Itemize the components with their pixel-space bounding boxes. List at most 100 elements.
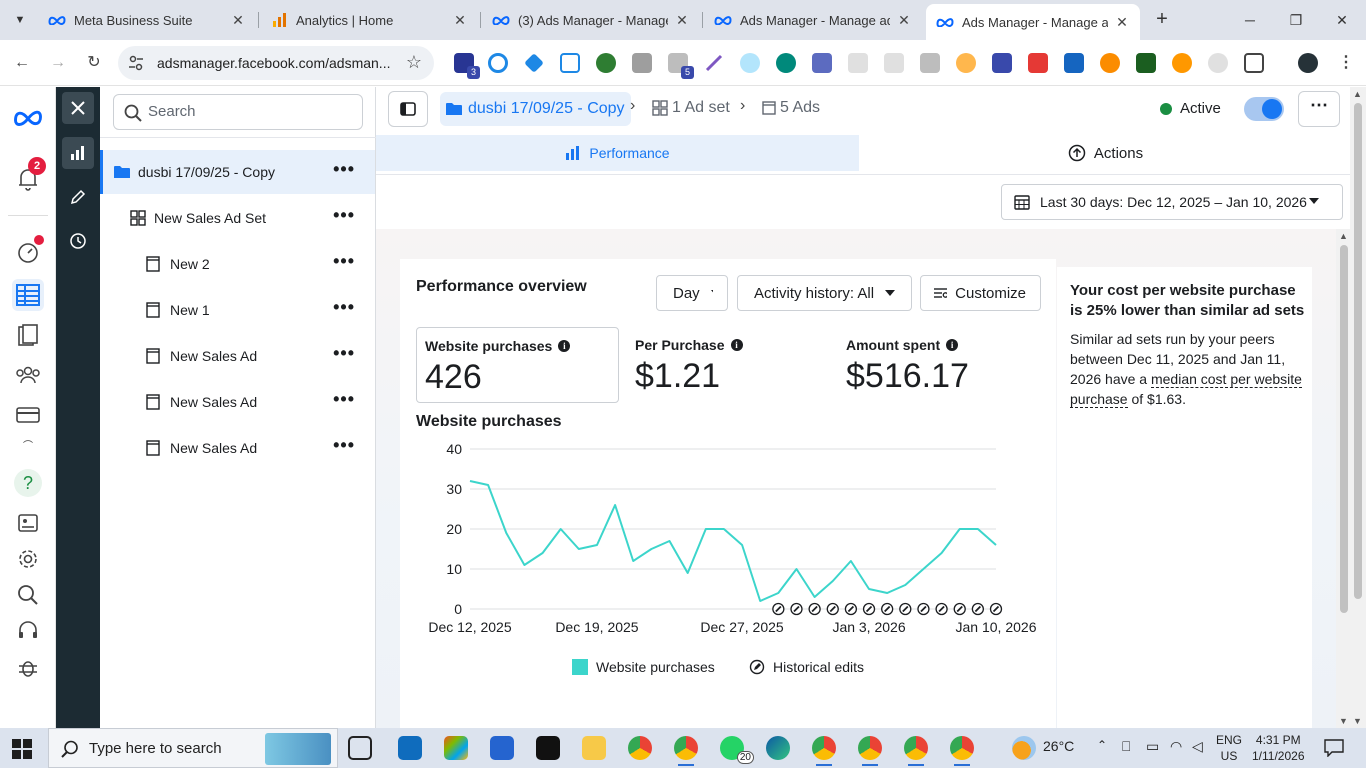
campaign-active-toggle[interactable] bbox=[1244, 97, 1284, 121]
breadcrumb-campaign[interactable]: dusbi 17/09/25 - Copy bbox=[440, 92, 631, 126]
customize-button[interactable]: Customize bbox=[920, 275, 1041, 311]
store-icon[interactable] bbox=[490, 736, 514, 760]
tree-item-adset[interactable]: New Sales Ad Set ••• bbox=[100, 196, 375, 240]
extension-icon[interactable] bbox=[812, 53, 832, 73]
extension-icon[interactable] bbox=[1028, 53, 1048, 73]
dashboard-gauge-icon[interactable] bbox=[12, 235, 44, 269]
extension-icon[interactable] bbox=[596, 53, 616, 73]
extension-icon[interactable] bbox=[992, 53, 1012, 73]
activity-history-dropdown[interactable]: Activity history: All bbox=[737, 275, 912, 311]
search-icon[interactable] bbox=[12, 579, 44, 611]
info-icon[interactable]: i bbox=[558, 340, 571, 352]
edge-icon[interactable] bbox=[766, 736, 790, 760]
info-icon[interactable]: i bbox=[946, 339, 959, 351]
more-options-icon[interactable]: ••• bbox=[333, 206, 355, 224]
granularity-dropdown[interactable]: Day bbox=[656, 275, 728, 311]
outlook-icon[interactable] bbox=[398, 736, 422, 760]
wifi-icon[interactable]: ◠ bbox=[1170, 738, 1182, 755]
browser-tab-1[interactable]: Meta Business Suite ✕ bbox=[38, 4, 256, 36]
chrome-profile-icon[interactable] bbox=[950, 736, 974, 766]
extension-icon[interactable] bbox=[488, 53, 508, 73]
tree-item-ad[interactable]: New 2 ••• bbox=[100, 242, 375, 286]
legend-historical-edits[interactable]: Historical edits bbox=[749, 659, 864, 675]
network-device-icon[interactable]: ⎕ bbox=[1122, 738, 1130, 755]
metric-amount-spent[interactable]: Amount spent i $516.17 bbox=[838, 327, 1041, 403]
restore-icon[interactable]: ❐ bbox=[1284, 8, 1308, 32]
weather-icon[interactable] bbox=[1012, 736, 1036, 760]
close-tab-icon[interactable]: ✕ bbox=[1114, 14, 1130, 31]
site-settings-icon[interactable] bbox=[128, 55, 144, 71]
forward-icon[interactable]: → bbox=[46, 51, 70, 75]
tree-search-input[interactable] bbox=[148, 103, 348, 120]
puzzle-extensions-icon[interactable] bbox=[1244, 53, 1264, 73]
date-range-picker[interactable]: Last 30 days: Dec 12, 2025 – Jan 10, 202… bbox=[1001, 184, 1343, 220]
tree-item-ad[interactable]: New Sales Ad ••• bbox=[100, 334, 375, 378]
more-options-icon[interactable]: ••• bbox=[333, 436, 355, 454]
historical-edit-marker[interactable] bbox=[808, 602, 821, 616]
battery-icon[interactable]: ▭ bbox=[1146, 738, 1159, 755]
close-tab-icon[interactable]: ✕ bbox=[896, 12, 912, 29]
settings-gear-icon[interactable] bbox=[12, 543, 44, 575]
weather-temperature[interactable]: 26°C bbox=[1043, 738, 1074, 754]
billing-card-icon[interactable] bbox=[12, 399, 44, 431]
metric-per-purchase[interactable]: Per Purchase i $1.21 bbox=[627, 327, 830, 403]
task-view-icon[interactable] bbox=[348, 736, 372, 760]
extension-icon[interactable] bbox=[632, 53, 652, 73]
browser-tab-3[interactable]: (3) Ads Manager - Manage a ✕ bbox=[482, 4, 700, 36]
historical-edit-marker[interactable] bbox=[862, 602, 876, 616]
browser-tab-4[interactable]: Ads Manager - Manage ads ✕ bbox=[704, 4, 922, 36]
extension-icon[interactable] bbox=[1064, 53, 1084, 73]
tree-item-campaign[interactable]: dusbi 17/09/25 - Copy ••• bbox=[100, 150, 375, 194]
taskbar-search[interactable]: Type here to search bbox=[48, 728, 338, 768]
close-tab-icon[interactable]: ✕ bbox=[452, 12, 468, 29]
historical-edit-marker[interactable] bbox=[935, 602, 948, 616]
audiences-people-icon[interactable] bbox=[12, 359, 44, 391]
chrome-profile-icon[interactable] bbox=[858, 736, 882, 766]
more-options-icon[interactable]: ••• bbox=[333, 252, 355, 270]
historical-edit-marker[interactable] bbox=[953, 602, 966, 616]
more-options-icon[interactable]: ••• bbox=[333, 160, 355, 178]
extension-icon[interactable] bbox=[560, 53, 580, 73]
more-options-icon[interactable]: ••• bbox=[333, 344, 355, 362]
meta-logo-icon[interactable] bbox=[12, 101, 44, 133]
tab-performance[interactable]: Performance bbox=[376, 135, 859, 171]
page-scrollbar[interactable]: ▲ ▼ bbox=[1350, 87, 1366, 728]
extension-icon[interactable] bbox=[848, 53, 868, 73]
notification-center-icon[interactable] bbox=[1324, 739, 1344, 757]
tree-search-field[interactable] bbox=[113, 94, 363, 130]
reload-icon[interactable]: ↻ bbox=[82, 51, 106, 75]
file-explorer-icon[interactable] bbox=[582, 736, 606, 760]
history-clock-icon[interactable] bbox=[62, 225, 94, 257]
historical-edit-marker[interactable] bbox=[772, 602, 785, 616]
breadcrumb-adsets[interactable]: 1 Ad set bbox=[652, 99, 730, 117]
tree-item-ad[interactable]: New 1 ••• bbox=[100, 288, 375, 332]
help-icon[interactable]: ? bbox=[12, 467, 44, 499]
more-tools-icon[interactable]: ⌒ bbox=[12, 437, 44, 452]
extension-icon[interactable] bbox=[524, 53, 544, 73]
browser-tab-5-active[interactable]: Ads Manager - Manage ads ✕ bbox=[926, 4, 1140, 40]
historical-edit-marker[interactable] bbox=[844, 602, 858, 616]
chrome-profile-icon[interactable] bbox=[904, 736, 928, 766]
browser-tab-2[interactable]: Analytics | Home ✕ bbox=[260, 4, 478, 36]
cookie-icon[interactable] bbox=[956, 53, 976, 73]
grammarly-icon[interactable] bbox=[776, 53, 796, 73]
historical-edit-marker[interactable] bbox=[989, 602, 1003, 616]
new-tab-button[interactable]: + bbox=[1150, 8, 1174, 32]
tree-item-ad[interactable]: New Sales Ad ••• bbox=[100, 426, 375, 470]
chrome-icon[interactable] bbox=[628, 736, 652, 760]
back-icon[interactable]: ← bbox=[10, 51, 34, 75]
profile-avatar[interactable] bbox=[1298, 53, 1318, 73]
report-bug-icon[interactable] bbox=[12, 651, 44, 683]
metric-website-purchases[interactable]: Website purchases i 426 bbox=[416, 327, 619, 403]
minimize-icon[interactable]: ─ bbox=[1238, 8, 1262, 32]
toggle-panel-button[interactable] bbox=[388, 91, 428, 127]
close-tab-icon[interactable]: ✕ bbox=[674, 12, 690, 29]
support-headset-icon[interactable] bbox=[12, 615, 44, 647]
account-overview-icon[interactable] bbox=[12, 507, 44, 539]
copilot-icon[interactable] bbox=[444, 736, 468, 760]
windows-start-icon[interactable] bbox=[12, 739, 32, 759]
system-clock[interactable]: 4:31 PM 1/11/2026 bbox=[1252, 732, 1305, 764]
ads-manager-table-icon[interactable] bbox=[12, 279, 44, 311]
volume-icon[interactable]: ◁ bbox=[1192, 738, 1203, 755]
extension-icon[interactable] bbox=[1208, 53, 1228, 73]
